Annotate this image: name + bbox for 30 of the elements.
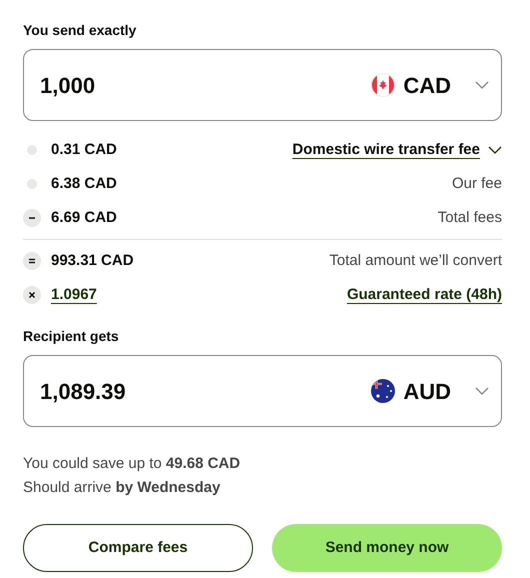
rate-link[interactable]: Guaranteed rate (48h) bbox=[346, 284, 502, 306]
fee-amount: 993.31 CAD bbox=[51, 250, 134, 271]
amount-field[interactable]: 1,089.39 AUD bbox=[23, 355, 502, 427]
info-text: You could save up to 49.68 CAD bbox=[23, 454, 242, 474]
fee-label: Total amount we’ll convert bbox=[329, 250, 502, 271]
fee-label: Our fee bbox=[452, 174, 502, 194]
minus-icon bbox=[23, 209, 41, 227]
amount-value: 1,089.39 bbox=[40, 378, 127, 406]
fee-amount: 0.31 CAD bbox=[51, 140, 117, 160]
info-text: Should arrive by Wednesday bbox=[23, 478, 222, 498]
fee-type-dropdown[interactable]: Domestic wire transfer fee bbox=[292, 138, 502, 162]
send-money-button[interactable]: Send money now bbox=[272, 524, 502, 572]
fee-label: Total fees bbox=[438, 208, 502, 228]
chevron-down-icon bbox=[488, 146, 502, 154]
compare-fees-button[interactable]: Compare fees bbox=[23, 524, 253, 572]
field-label: Recipient gets bbox=[23, 327, 120, 346]
currency-selector[interactable]: CAD bbox=[371, 68, 489, 102]
chevron-down-icon bbox=[475, 81, 489, 89]
flag-icon bbox=[371, 73, 396, 97]
multiply-icon bbox=[23, 286, 41, 304]
currency-selector[interactable]: AUD bbox=[371, 374, 489, 408]
flag-icon bbox=[371, 379, 396, 403]
equals-icon bbox=[23, 252, 41, 270]
amount-field[interactable]: 1,000 CAD bbox=[23, 49, 502, 121]
rate-value-link[interactable]: 1.0967 bbox=[51, 284, 97, 306]
fee-amount: 6.69 CAD bbox=[51, 208, 117, 228]
amount-value: 1,000 bbox=[40, 72, 96, 100]
chevron-down-icon bbox=[475, 387, 489, 395]
field-label: You send exactly bbox=[23, 21, 138, 40]
fee-amount: 6.38 CAD bbox=[51, 174, 117, 194]
